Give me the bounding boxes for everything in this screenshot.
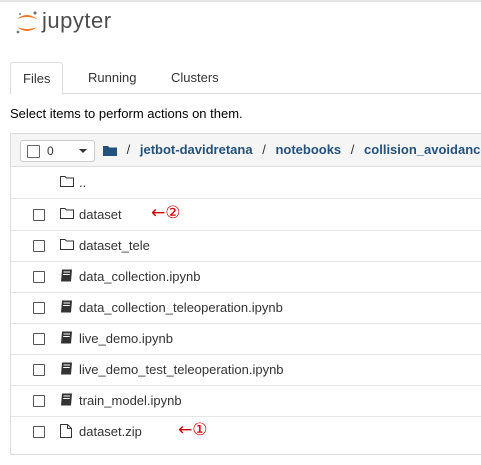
folder-icon xyxy=(60,176,74,187)
annotation-marker: ←① xyxy=(178,420,208,440)
select-all-checkbox[interactable] xyxy=(27,145,40,158)
breadcrumb-item-collision-avoidance[interactable]: collision_avoidance xyxy=(364,142,481,157)
list-item-name[interactable]: live_demo_test_teleoperation.ipynb xyxy=(79,362,284,377)
list-item-name[interactable]: live_demo.ipynb xyxy=(79,331,173,346)
row-checkbox[interactable] xyxy=(33,271,45,283)
folder-icon xyxy=(60,208,74,219)
list-item-name[interactable]: dataset_tele xyxy=(79,238,150,253)
list-item[interactable]: live_demo.ipynb xyxy=(11,323,481,355)
row-checkbox[interactable] xyxy=(33,426,45,438)
notebook-icon xyxy=(61,300,72,313)
list-toolbar: 0 / jetbot-davidretana / notebooks / col… xyxy=(11,134,481,167)
selection-hint: Select items to perform actions on them. xyxy=(10,106,243,121)
folder-home-icon[interactable] xyxy=(103,145,117,156)
breadcrumb-item-jetbot[interactable]: jetbot-davidretana xyxy=(140,142,253,157)
notebook-icon xyxy=(61,269,72,282)
list-item[interactable]: data_collection_teleoperation.ipynb xyxy=(11,292,481,324)
row-checkbox[interactable] xyxy=(33,302,45,314)
list-item-name[interactable]: train_model.ipynb xyxy=(79,393,182,408)
app-logo-text[interactable]: jupyter xyxy=(42,8,112,34)
header: jupyter xyxy=(0,2,481,40)
list-item-parent[interactable]: .. xyxy=(11,167,481,199)
list-item[interactable]: dataset.zip ←① xyxy=(11,416,481,447)
list-item-name[interactable]: .. xyxy=(79,175,86,190)
list-item-name[interactable]: data_collection_teleoperation.ipynb xyxy=(79,300,283,315)
annotation-marker: ←② xyxy=(151,203,181,223)
select-dropdown-button[interactable] xyxy=(73,140,95,162)
file-icon xyxy=(60,424,72,438)
row-checkbox[interactable] xyxy=(33,209,45,221)
file-list: 0 / jetbot-davidretana / notebooks / col… xyxy=(10,133,481,455)
tab-clusters[interactable]: Clusters xyxy=(159,62,231,93)
breadcrumb: / jetbot-davidretana / notebooks / colli… xyxy=(103,142,481,157)
folder-icon xyxy=(60,239,74,250)
tab-running[interactable]: Running xyxy=(76,62,148,93)
list-item-name[interactable]: dataset.zip xyxy=(79,424,142,439)
list-item-name[interactable]: dataset xyxy=(79,207,122,222)
list-item[interactable]: dataset ←② xyxy=(11,199,481,231)
list-item[interactable]: data_collection.ipynb xyxy=(11,261,481,293)
row-checkbox[interactable] xyxy=(33,364,45,376)
breadcrumb-item-notebooks[interactable]: notebooks xyxy=(275,142,341,157)
list-item-name[interactable]: data_collection.ipynb xyxy=(79,269,200,284)
breadcrumb-separator: / xyxy=(126,142,131,157)
notebook-icon xyxy=(61,331,72,344)
tab-bar: Files Running Clusters xyxy=(10,62,481,95)
list-item[interactable]: dataset_tele xyxy=(11,230,481,262)
jupyter-logo-icon[interactable] xyxy=(14,10,40,36)
breadcrumb-separator: / xyxy=(262,142,266,157)
breadcrumb-separator: / xyxy=(350,142,355,157)
list-item[interactable]: train_model.ipynb xyxy=(11,385,481,417)
notebook-icon xyxy=(61,362,72,375)
row-checkbox[interactable] xyxy=(33,395,45,407)
select-all-button[interactable]: 0 xyxy=(20,140,74,162)
notebook-icon xyxy=(61,393,72,406)
chevron-down-icon xyxy=(79,149,87,153)
row-checkbox[interactable] xyxy=(33,240,45,252)
selected-count: 0 xyxy=(47,144,54,158)
list-item[interactable]: live_demo_test_teleoperation.ipynb xyxy=(11,354,481,386)
row-checkbox[interactable] xyxy=(33,333,45,345)
tab-files[interactable]: Files xyxy=(10,62,64,95)
